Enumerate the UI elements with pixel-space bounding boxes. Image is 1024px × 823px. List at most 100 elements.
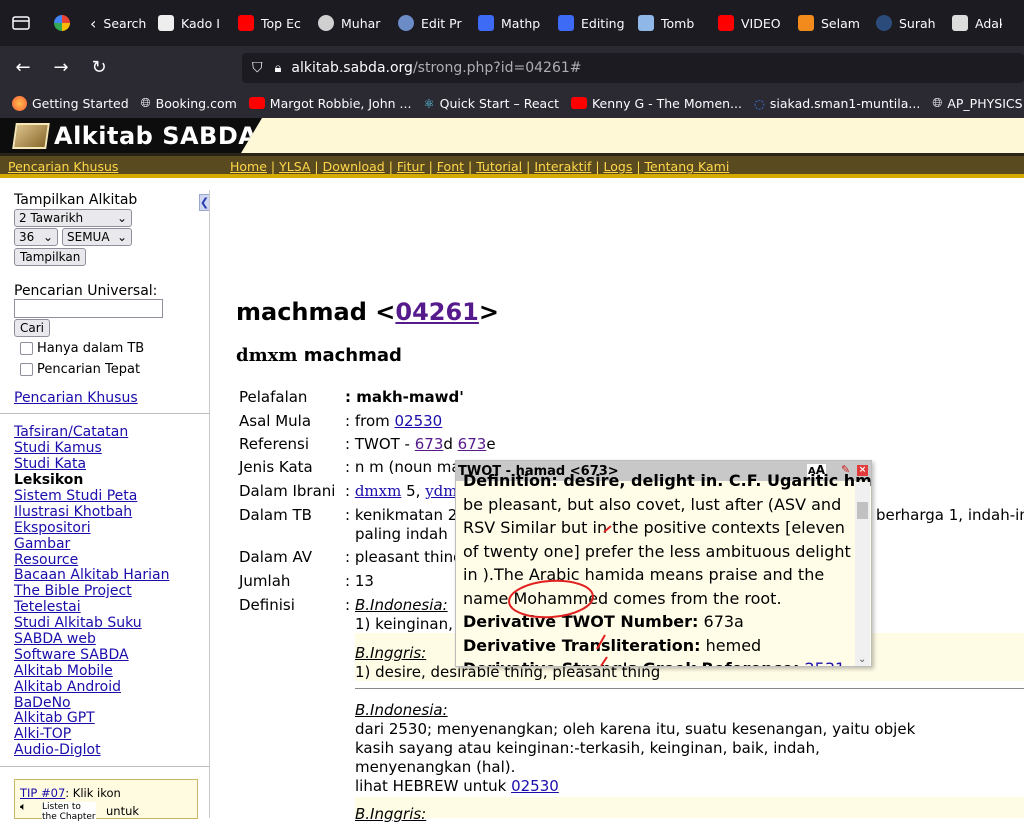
universal-search-input[interactable] — [14, 299, 163, 318]
checkbox-box[interactable] — [20, 342, 33, 355]
tip-link[interactable]: TIP #07 — [20, 786, 65, 800]
sidebar-link-software[interactable]: Software SABDA — [14, 647, 129, 663]
tab-adaka[interactable]: Adaka — [942, 0, 1002, 46]
bookmark-getting-started[interactable]: Getting Started — [6, 95, 135, 111]
deriv-translit-value: hemed — [700, 635, 762, 655]
show-bible-label: Tampilkan Alkitab — [14, 192, 138, 208]
address-bar[interactable]: ⛉ 🔒︎ alkitab.sabda.org/strong.php?id=042… — [242, 53, 1024, 83]
tab-google[interactable] — [44, 0, 86, 46]
menu-interaktif[interactable]: Interaktif — [534, 159, 591, 174]
tab-editing[interactable]: Editing — [548, 0, 628, 46]
site-logo[interactable]: Alkitab SABDA — [0, 118, 262, 153]
popup-line: in ).The Arabic hamida means praise and … — [463, 565, 825, 584]
menu-tutorial[interactable]: Tutorial — [476, 159, 522, 174]
menu-home[interactable]: Home — [230, 159, 267, 174]
tip-listen-row: 🔈︎ Listen to the Chapter untuk — [20, 800, 192, 822]
hebrew-form-link[interactable]: dmxm — [355, 482, 402, 500]
tab-selam[interactable]: Selam — [788, 0, 866, 46]
tab-mathp[interactable]: Mathp — [468, 0, 548, 46]
reload-button[interactable]: ↻ — [82, 52, 116, 82]
hebrew-usage-mid: 5, — [401, 482, 426, 500]
tab-search[interactable]: ‹ Search — [86, 0, 148, 46]
hebrew-word: dmxm — [236, 345, 298, 366]
chevron-down-icon: ⌄ — [116, 211, 127, 225]
sidebar-link-resource[interactable]: Resource — [14, 552, 78, 568]
tab-list-button[interactable] — [0, 0, 44, 46]
origin-link[interactable]: 02530 — [395, 412, 443, 430]
twot-link-e[interactable]: 673 — [458, 435, 487, 453]
menu-download[interactable]: Download — [323, 159, 385, 174]
sidebar-link-ekspositori[interactable]: Ekspositori — [14, 520, 91, 536]
sidebar-link-studi-kata[interactable]: Studi Kata — [14, 456, 86, 472]
menu-logs[interactable]: Logs — [604, 159, 633, 174]
sidebar-link-mobile[interactable]: Alkitab Mobile — [14, 663, 113, 679]
speaker-icon[interactable]: 🔈︎ — [20, 800, 27, 813]
checkbox-label: Pencarian Tepat — [37, 362, 141, 377]
forward-button[interactable]: → — [44, 52, 78, 82]
tab-tomb[interactable]: Tomb — [628, 0, 708, 46]
chapter-select[interactable]: 36 ⌄ — [14, 228, 58, 246]
menu-ylsa[interactable]: YLSA — [279, 159, 310, 174]
tab-kado[interactable]: Kado I — [148, 0, 228, 46]
sidebar-link-bible-project[interactable]: The Bible Project — [14, 583, 132, 599]
menu-font[interactable]: Font — [437, 159, 464, 174]
sidebar-link-gpt[interactable]: Alkitab GPT — [14, 710, 95, 726]
menu-fitur[interactable]: Fitur — [397, 159, 425, 174]
tab-top-ec[interactable]: Top Ec — [228, 0, 308, 46]
scroll-thumb[interactable] — [857, 502, 868, 519]
sidebar-special-search-link[interactable]: Pencarian Khusus — [14, 390, 138, 406]
only-tb-checkbox[interactable]: Hanya dalam TB — [20, 341, 144, 356]
reference-suffix: e — [486, 435, 496, 453]
sidebar-link-alki-top[interactable]: Alki-TOP — [14, 726, 71, 742]
popup-line-0: Definition: desire, delight in. C.F. Uga… — [463, 471, 872, 490]
hebrew-form-link-2[interactable]: ydm — [425, 482, 457, 500]
see-also-link[interactable]: 02530 — [511, 777, 559, 795]
tab-edit[interactable]: Edit Pr — [388, 0, 468, 46]
tb-value-2: paling indah — [355, 525, 448, 543]
sidebar-link-bacaan[interactable]: Bacaan Alkitab Harian — [14, 567, 169, 583]
menu-special-search[interactable]: Pencarian Khusus — [8, 159, 118, 174]
sidebar-link-tetelestai[interactable]: Tetelestai — [14, 599, 81, 615]
m-icon — [558, 15, 574, 31]
bookmark-ap-physics[interactable]: 🌐︎ AP_PHYSICS — [926, 95, 1024, 111]
popup-scrollbar[interactable]: ⌄ — [855, 482, 870, 666]
sidebar-link-android[interactable]: Alkitab Android — [14, 679, 121, 695]
deriv-strong-link[interactable]: 2531 — [799, 659, 845, 666]
sidebar-link-studi-kamus[interactable]: Studi Kamus — [14, 440, 102, 456]
globe-icon: 🌐︎ — [932, 95, 943, 110]
bookmark-margot[interactable]: Margot Robbie, John ... — [243, 96, 418, 111]
menu-about[interactable]: Tentang Kami — [645, 159, 730, 174]
book-select[interactable]: 2 Tawarikh ⌄ — [14, 209, 132, 227]
shield-icon: ⛉ — [252, 60, 263, 76]
sidebar-link-suku[interactable]: Studi Alkitab Suku — [14, 615, 142, 631]
sidebar-link-sabda-web[interactable]: SABDA web — [14, 631, 96, 647]
popup-name-prefix: name — [463, 588, 514, 608]
sidebar-link-badeno[interactable]: BaDeNo — [14, 695, 71, 711]
sidebar-link-ilustrasi[interactable]: Ilustrasi Khotbah — [14, 504, 132, 520]
bookmark-siakad[interactable]: ◌ siakad.sman1-muntila... — [748, 96, 926, 111]
exact-search-checkbox[interactable]: Pencarian Tepat — [20, 362, 140, 377]
chevron-down-icon[interactable]: ⌄ — [858, 654, 866, 665]
show-button[interactable]: Tampilkan — [14, 248, 87, 266]
sidebar-link-gambar[interactable]: Gambar — [14, 536, 70, 552]
tab-surah[interactable]: Surah — [866, 0, 942, 46]
bookmark-booking[interactable]: 🌐︎ Booking.com — [135, 95, 243, 111]
twot-link-d[interactable]: 673 — [415, 435, 444, 453]
sidebar-link-peta[interactable]: Sistem Studi Peta — [14, 488, 137, 504]
bookmark-react[interactable]: ⚛︎ Quick Start – React — [417, 96, 565, 111]
tip-tail: untuk — [106, 804, 140, 818]
verse-select[interactable]: SEMUA ⌄ — [62, 228, 132, 246]
sidebar-link-tafsiran[interactable]: Tafsiran/Catatan — [14, 424, 128, 440]
tab-video[interactable]: VIDEO — [708, 0, 788, 46]
tab-muhar[interactable]: Muhar — [308, 0, 388, 46]
bookmark-label: siakad.sman1-muntila... — [769, 95, 921, 111]
av-value: : pleasant thing — [345, 548, 463, 566]
back-button[interactable]: ← — [6, 52, 40, 82]
sidebar-link-audio-diglot[interactable]: Audio-Diglot — [14, 742, 101, 758]
search-button[interactable]: Cari — [14, 319, 50, 337]
strong-number-link[interactable]: 04261 — [395, 298, 479, 326]
checkbox-box[interactable] — [20, 363, 33, 376]
bookmark-kenny[interactable]: Kenny G - The Momen... — [565, 96, 748, 111]
browser-tab-bar: ‹ Search Kado I Top Ec Muhar Edit Pr Mat… — [0, 0, 1024, 46]
tab-label: Editing — [581, 15, 625, 31]
